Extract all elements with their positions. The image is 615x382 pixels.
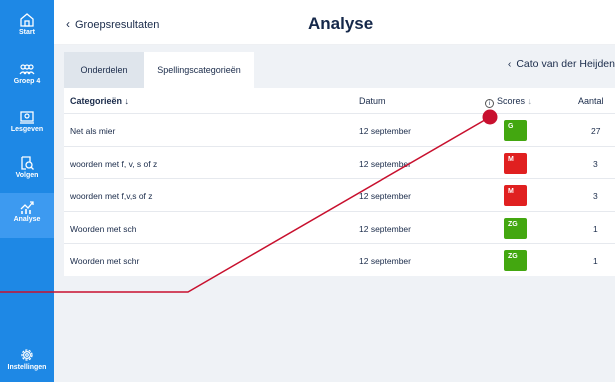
table-row[interactable]: woorden met f,v,s of z 12 september M 3 xyxy=(64,179,615,212)
student-name: Cato van der Heijden xyxy=(516,58,615,70)
table-row[interactable]: Woorden met schr 12 september ZG 1 xyxy=(64,244,615,277)
date-cell: 12 september xyxy=(359,158,411,169)
date-cell: 12 september xyxy=(359,256,411,266)
table-row[interactable]: Net als mier 12 september G 27 xyxy=(64,114,615,147)
arrow-down-icon: ↓ xyxy=(124,96,130,106)
score-badge: M xyxy=(504,185,527,206)
arrow-down-icon: ↓ xyxy=(527,96,533,106)
page-title: Analyse xyxy=(308,14,374,33)
sidebar: Start Groep 4 Lesgeven Volgen Analyse In… xyxy=(0,0,54,382)
sidebar-item-instellingen[interactable]: Instellingen xyxy=(0,347,54,371)
back-link-label: Groepsresultaten xyxy=(75,19,160,31)
score-badge: M xyxy=(504,152,527,174)
category-cell: woorden met f, v, s of z xyxy=(70,158,158,169)
count-cell: 1 xyxy=(593,256,598,266)
sidebar-item-label: Analyse xyxy=(13,216,41,223)
date-cell: 12 september xyxy=(359,126,411,136)
sidebar-item-groep-4[interactable]: Groep 4 xyxy=(0,63,54,85)
column-header-count[interactable]: Aantal xyxy=(578,96,604,106)
tab-spellingscategorieen[interactable]: Spellingscategorieën xyxy=(144,52,254,88)
chevron-left-icon: ‹ xyxy=(507,58,512,70)
sidebar-item-label: Start xyxy=(19,29,35,36)
student-nav[interactable]: ‹ Cato van der Heijden xyxy=(508,58,615,70)
group-icon xyxy=(19,64,35,75)
back-link[interactable]: ‹ Groepsresultaten xyxy=(66,17,159,31)
sidebar-item-analyse[interactable]: Analyse xyxy=(0,193,54,238)
count-cell: 1 xyxy=(593,223,598,234)
sidebar-item-label: Groep 4 xyxy=(13,78,41,85)
category-cell: woorden met f,v,s of z xyxy=(70,191,153,201)
sidebar-item-volgen[interactable]: Volgen xyxy=(0,155,54,179)
table-header: Categorieën ↓ Datum i Scores ↓ Aantal xyxy=(64,88,615,114)
table-row[interactable]: woorden met f, v, s of z 12 september M … xyxy=(64,147,615,179)
home-icon xyxy=(20,13,34,27)
score-badge: ZG xyxy=(504,217,527,239)
info-icon[interactable]: i xyxy=(485,99,494,108)
count-cell: 3 xyxy=(593,158,598,169)
top-header: ‹ Groepsresultaten Analyse xyxy=(54,0,615,45)
follow-icon xyxy=(21,156,34,170)
table-row[interactable]: Woorden met sch 12 september ZG 1 xyxy=(64,212,615,244)
sidebar-item-start[interactable]: Start xyxy=(0,12,54,36)
date-cell: 12 september xyxy=(359,223,411,234)
category-cell: Net als mier xyxy=(70,126,116,136)
sidebar-item-label: Volgen xyxy=(15,172,39,179)
column-header-label: Scores xyxy=(497,96,526,106)
score-badge: G xyxy=(504,120,527,141)
column-header-categories[interactable]: Categorieën ↓ xyxy=(70,96,129,106)
column-header-date[interactable]: Datum xyxy=(359,96,386,106)
teach-icon xyxy=(20,111,34,124)
category-cell: Woorden met schr xyxy=(70,256,140,266)
column-header-scores[interactable]: i Scores ↓ xyxy=(485,96,532,108)
gear-icon xyxy=(21,349,33,361)
count-cell: 3 xyxy=(593,191,598,201)
main-content: Onderdelen Spellingscategorieën ‹ Cato va… xyxy=(54,45,615,382)
count-cell: 27 xyxy=(591,126,601,136)
category-cell: Woorden met sch xyxy=(70,223,137,234)
sidebar-item-label: Instellingen xyxy=(7,364,47,371)
tab-onderdelen[interactable]: Onderdelen xyxy=(64,52,144,88)
date-cell: 12 september xyxy=(359,191,411,201)
analysis-icon xyxy=(20,201,34,214)
column-header-label: Categorieën xyxy=(70,96,123,106)
sidebar-item-lesgeven[interactable]: Lesgeven xyxy=(0,110,54,133)
score-badge: ZG xyxy=(504,250,527,271)
chevron-left-icon: ‹ xyxy=(66,17,70,31)
results-table: Categorieën ↓ Datum i Scores ↓ Aantal Net… xyxy=(64,88,615,276)
sidebar-item-label: Lesgeven xyxy=(10,126,44,133)
